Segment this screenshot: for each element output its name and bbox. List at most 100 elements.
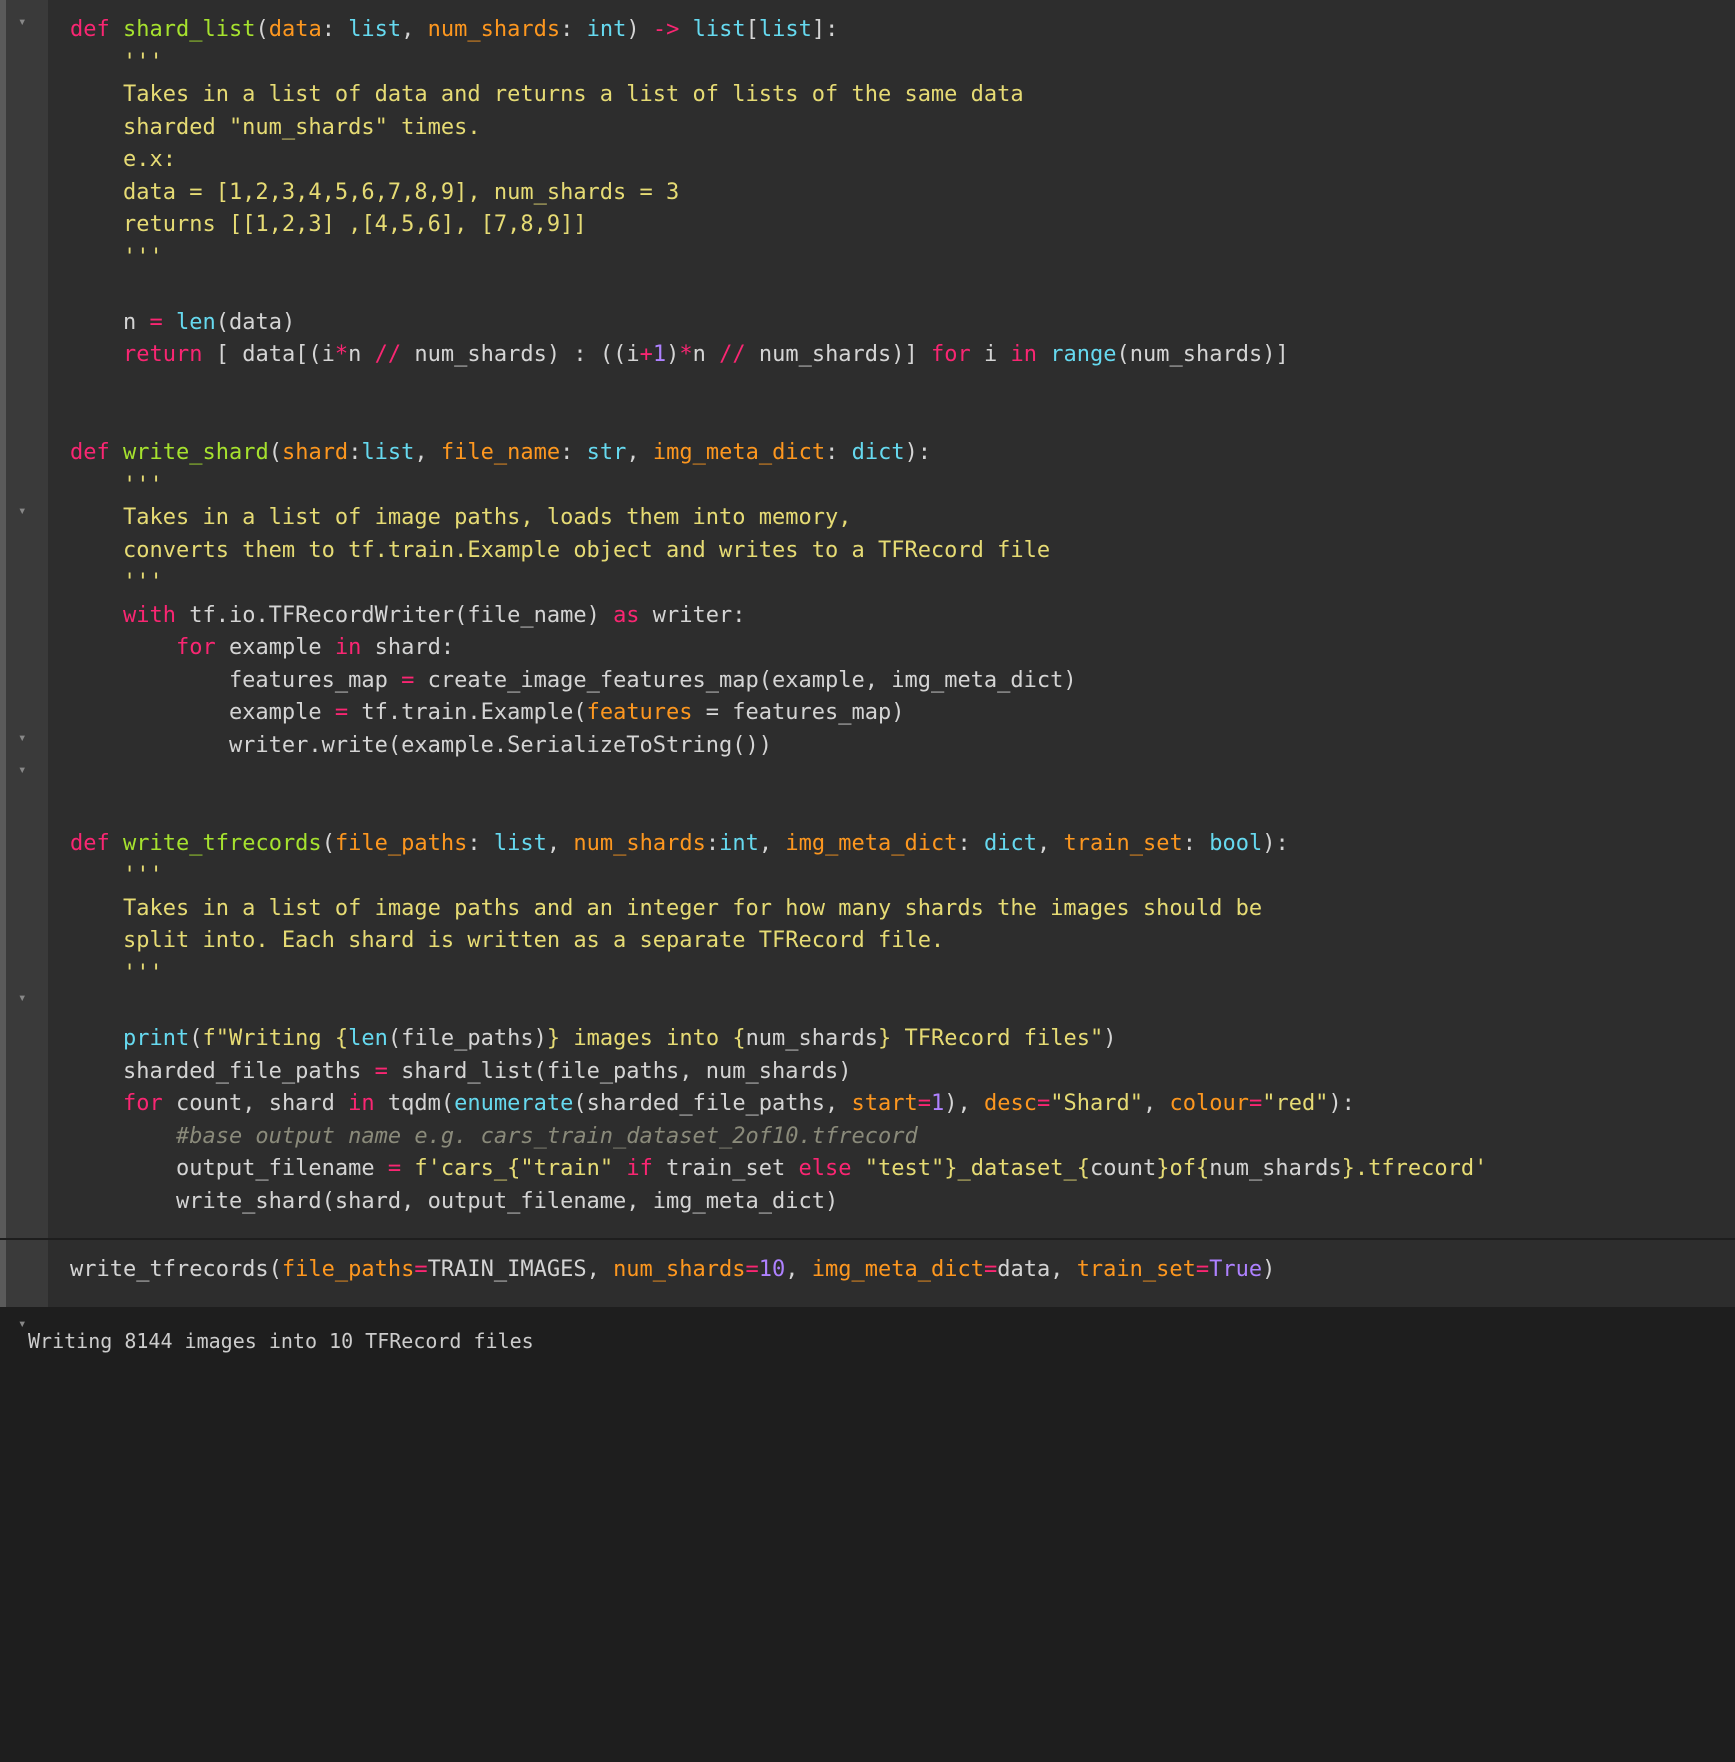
code-text: example — [70, 700, 335, 725]
fold-marker[interactable]: ▾ — [18, 503, 26, 519]
docstring: e.x: — [70, 147, 176, 172]
code-text: [ data[(i — [202, 342, 334, 367]
code-text: num_shards)] — [746, 342, 931, 367]
code-text: data — [229, 310, 282, 335]
keyword-if: if — [613, 1156, 666, 1181]
fold-marker[interactable]: ▾ — [18, 990, 26, 1006]
string: } — [878, 1026, 891, 1051]
code-text: ): — [1328, 1091, 1355, 1116]
docstring: Takes in a list of image paths, loads th… — [70, 505, 851, 530]
string: { — [1077, 1156, 1090, 1181]
string: images into — [560, 1026, 732, 1051]
operator: = — [414, 1257, 427, 1282]
code-text: num_shards) : ((i — [401, 342, 639, 367]
code-text: tf.train.Example( — [348, 700, 586, 725]
keyword-return: return — [123, 342, 202, 367]
constant-true: True — [1209, 1257, 1262, 1282]
code-text: write_tfrecords( — [70, 1257, 282, 1282]
code-text: shard_list(file_paths, num_shards) — [388, 1059, 852, 1084]
kwarg: desc — [984, 1091, 1037, 1116]
code-text: , — [785, 1257, 812, 1282]
docstring: ''' — [70, 50, 163, 75]
operator: = — [375, 1059, 388, 1084]
code-editor[interactable]: write_tfrecords(file_paths=TRAIN_IMAGES,… — [48, 1240, 1291, 1307]
gutter[interactable] — [0, 1240, 48, 1307]
code-editor[interactable]: def shard_list(data: list, num_shards: i… — [48, 0, 1503, 1238]
type: dict — [984, 831, 1037, 856]
operator: * — [335, 342, 348, 367]
param: img_meta_dict — [653, 440, 825, 465]
string: { — [507, 1156, 520, 1181]
string: { — [1196, 1156, 1209, 1181]
keyword-as: as — [613, 603, 640, 628]
keyword-for: for — [176, 635, 216, 660]
kwarg: start — [852, 1091, 918, 1116]
string: } — [1156, 1156, 1169, 1181]
code-text: data, — [997, 1257, 1076, 1282]
type: list — [494, 831, 547, 856]
code-text: create_image_features_map(example, img_m… — [414, 668, 1076, 693]
operator: // — [375, 342, 402, 367]
string: f'cars_ — [401, 1156, 507, 1181]
docstring: ''' — [70, 570, 163, 595]
string: "Shard" — [1050, 1091, 1143, 1116]
keyword-with: with — [123, 603, 176, 628]
fold-marker[interactable]: ▾ — [18, 730, 26, 746]
docstring: converts them to tf.train.Example object… — [70, 538, 1050, 563]
keyword-def: def — [70, 831, 110, 856]
keyword-in: in — [1011, 342, 1038, 367]
code-text: n — [348, 342, 375, 367]
param: img_meta_dict — [785, 831, 957, 856]
function-name: shard_list — [123, 17, 255, 42]
keyword-in: in — [348, 1091, 375, 1116]
builtin: print — [123, 1026, 189, 1051]
string: { — [335, 1026, 348, 1051]
code-text: n — [693, 342, 720, 367]
code-text: , — [1143, 1091, 1170, 1116]
number: 1 — [653, 342, 666, 367]
code-text: train_set — [666, 1156, 785, 1181]
docstring: returns [[1,2,3] ,[4,5,6], [7,8,9]] — [70, 212, 587, 237]
param: shard — [282, 440, 348, 465]
fold-marker[interactable]: ▾ — [18, 1316, 26, 1332]
code-text: num_shards — [746, 1026, 878, 1051]
param: data — [269, 17, 322, 42]
code-text: features_map) — [732, 700, 904, 725]
string: of — [1169, 1156, 1196, 1181]
docstring: split into. Each shard is written as a s… — [70, 928, 944, 953]
type: int — [719, 831, 759, 856]
kwarg: features — [587, 700, 693, 725]
fold-marker[interactable]: ▾ — [18, 14, 26, 30]
function-name: write_shard — [123, 440, 269, 465]
code-text: ) — [666, 342, 679, 367]
kwarg: num_shards — [613, 1257, 745, 1282]
docstring: ''' — [70, 245, 163, 270]
operator: = — [388, 1156, 401, 1181]
code-text: TRAIN_IMAGES, — [428, 1257, 613, 1282]
code-cell-1: ▾ ▾ ▾ ▾ ▾ ▾ def shard_list(data: list, n… — [0, 0, 1735, 1238]
string: } — [1342, 1156, 1355, 1181]
keyword-else: else — [785, 1156, 864, 1181]
fold-marker[interactable]: ▾ — [18, 762, 26, 778]
string: _dataset_ — [958, 1156, 1077, 1181]
number: 1 — [931, 1091, 944, 1116]
keyword-for: for — [123, 1091, 163, 1116]
code-text: write_shard(shard, output_filename, img_… — [70, 1189, 838, 1214]
string: "red" — [1262, 1091, 1328, 1116]
code-text: writer.write(example.SerializeToString()… — [70, 733, 772, 758]
code-text: count — [1090, 1156, 1156, 1181]
gutter[interactable]: ▾ ▾ ▾ ▾ ▾ ▾ — [0, 0, 48, 1238]
operator: = — [401, 668, 414, 693]
operator: * — [679, 342, 692, 367]
param: file_name — [441, 440, 560, 465]
builtin: len — [176, 310, 216, 335]
operator: = — [335, 700, 348, 725]
code-text: i — [971, 342, 1011, 367]
operator: = — [746, 1257, 759, 1282]
code-text: output_filename — [70, 1156, 388, 1181]
string: f"Writing — [202, 1026, 334, 1051]
keyword-def: def — [70, 440, 110, 465]
code-text: ), — [944, 1091, 984, 1116]
param: train_set — [1064, 831, 1183, 856]
docstring: ''' — [70, 473, 163, 498]
